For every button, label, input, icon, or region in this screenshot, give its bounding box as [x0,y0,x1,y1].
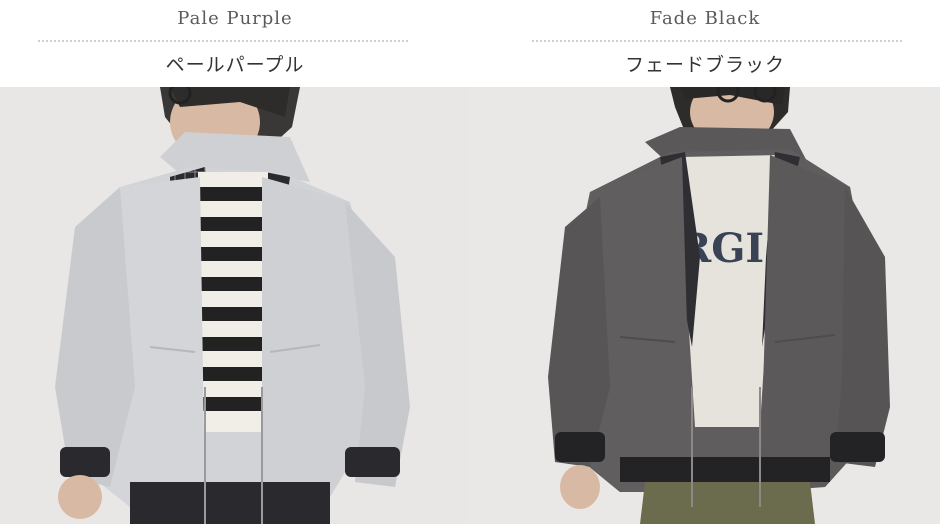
variant-name-en: Pale Purple [177,8,293,29]
variant-header: Pale Purple ペールパープル [0,0,470,87]
variant-name-jp: ペールパープル [165,54,305,76]
variant-fade-black: Fade Black フェードブラック RGI [470,0,940,524]
product-photo-fade-black: RGI [470,87,940,524]
variant-name-en: Fade Black [649,8,761,29]
product-photo-pale-purple [0,87,470,524]
dotted-divider [532,40,902,42]
variant-name-jp: フェードブラック [624,54,785,76]
variant-pale-purple: Pale Purple ペールパープル [0,0,470,524]
color-variation-panel: Pale Purple ペールパープル Fade Black フェードブラック … [0,0,940,524]
variant-header: Fade Black フェードブラック [470,0,940,87]
dotted-divider [38,40,408,42]
